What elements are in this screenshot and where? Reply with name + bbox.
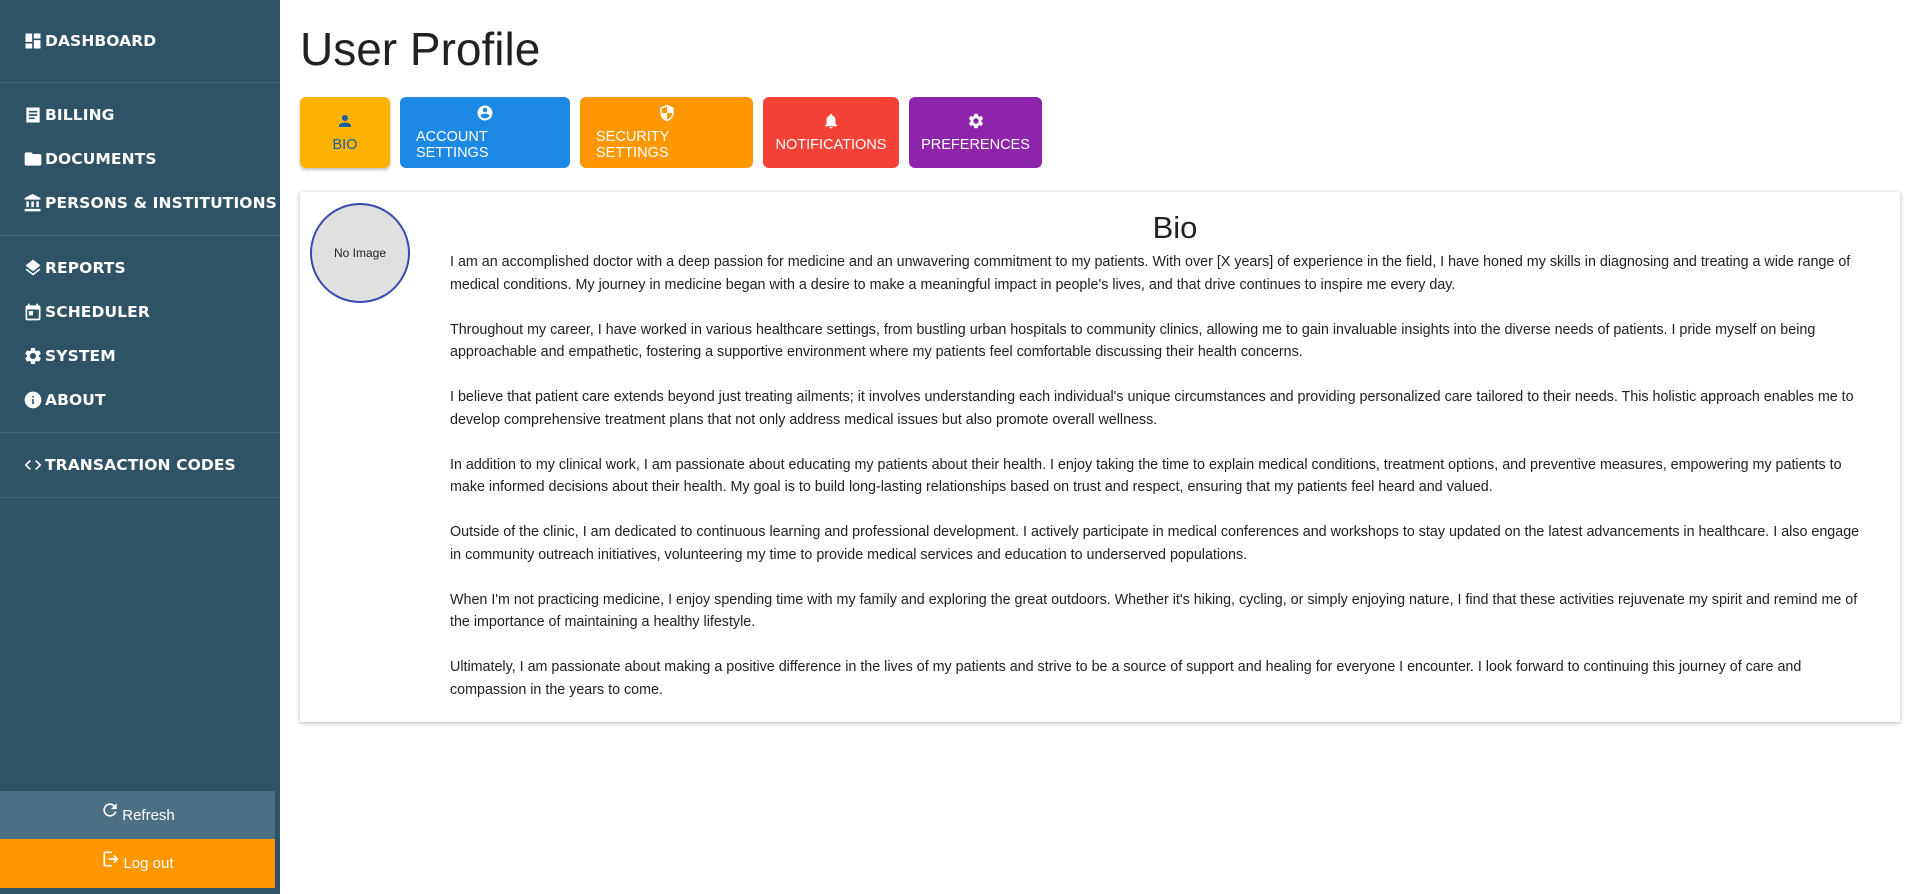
sidebar-item-system[interactable]: SYSTEM [0,334,280,378]
nav-group-main: DASHBOARD [0,0,280,83]
sidebar-item-label: DOCUMENTS [45,150,157,168]
sidebar-item-persons-institutions[interactable]: PERSONS & INSTITUTIONS [0,181,280,225]
calendar-icon [22,301,44,323]
info-icon [22,389,44,411]
gear-icon [968,113,983,129]
logout-icon [103,851,119,866]
tab-account-settings[interactable]: ACCOUNT SETTINGS [400,97,570,168]
tab-preferences[interactable]: PREFERENCES [909,97,1042,168]
tab-label: BIO [332,137,358,153]
sidebar-item-label: ABOUT [45,391,106,409]
layers-icon [22,257,44,279]
bio-text: I am an accomplished doctor with a deep … [450,251,1866,724]
main-content: User Profile BIO ACCOUNT SETTINGS SECURI… [280,0,1919,894]
avatar[interactable]: No Image [310,203,410,303]
sidebar-item-transaction-codes[interactable]: TRANSACTION CODES [0,443,280,487]
page-title: User Profile [300,23,541,75]
avatar-placeholder-text: No Image [333,246,387,260]
account-circle-icon [477,105,493,121]
tab-label: SECURITY SETTINGS [596,129,670,161]
tab-notifications[interactable]: NOTIFICATIONS [763,97,899,168]
dashboard-icon [22,30,44,52]
institution-icon [22,192,44,214]
refresh-icon [103,803,117,817]
tab-label: PREFERENCES [921,137,1030,153]
bio-paragraph: I am an accomplished doctor with a deep … [450,254,1851,293]
sidebar-item-documents[interactable]: DOCUMENTS [0,137,280,181]
tab-label: NOTIFICATIONS [775,137,887,153]
bio-paragraph: Throughout my career, I have worked in v… [450,321,1816,361]
profile-tabs: BIO ACCOUNT SETTINGS SECURITY SETTINGS N… [300,97,1042,168]
bio-card: No Image Bio I am an accomplished doctor… [300,192,1900,722]
refresh-button[interactable]: Refresh [0,791,275,839]
nav-group-records: BILLING DOCUMENTS PERSONS & INSTITUTIONS [0,83,280,236]
sidebar-footer: Refresh Log out [0,791,275,888]
logout-label: Log out [123,855,174,872]
sidebar-item-label: PERSONS & INSTITUTIONS [45,194,277,212]
logout-button[interactable]: Log out [0,839,275,888]
sidebar-item-label: TRANSACTION CODES [45,456,236,474]
app: DASHBOARD BILLING DOCUMENTS PERSONS & IN… [0,0,1919,894]
folder-icon [22,148,44,170]
sidebar-item-label: REPORTS [45,259,126,277]
code-icon [22,454,44,476]
bio-paragraph: I believe that patient care extends beyo… [450,389,1854,428]
bio-title: Bio [1152,210,1198,245]
sidebar-item-label: SYSTEM [45,347,116,365]
tab-security-settings[interactable]: SECURITY SETTINGS [580,97,753,168]
sidebar-item-dashboard[interactable]: DASHBOARD [0,18,280,64]
bio-paragraph: Outside of the clinic, I am dedicated to… [450,524,1860,563]
sidebar-item-billing[interactable]: BILLING [0,93,280,137]
shield-icon [659,104,674,122]
sidebar-item-label: SCHEDULER [45,303,150,321]
nav-group-codes: TRANSACTION CODES [0,433,280,498]
sidebar-item-reports[interactable]: REPORTS [0,246,280,290]
receipt-icon [22,104,44,126]
refresh-label: Refresh [122,806,175,824]
person-icon [339,115,351,127]
bell-icon [825,113,837,129]
sidebar: DASHBOARD BILLING DOCUMENTS PERSONS & IN… [0,0,280,894]
tab-label: ACCOUNT SETTINGS [416,129,489,161]
sidebar-item-label: DASHBOARD [45,32,157,50]
nav-group-tools: REPORTS SCHEDULER SYSTEM ABOUT [0,236,280,433]
gear-icon [22,345,44,367]
bio-paragraph: In addition to my clinical work, I am pa… [450,456,1842,496]
bio-paragraph: Ultimately, I am passionate about making… [450,659,1802,698]
tab-bio[interactable]: BIO [300,97,390,168]
sidebar-item-about[interactable]: ABOUT [0,378,280,422]
sidebar-item-scheduler[interactable]: SCHEDULER [0,290,280,334]
bio-paragraph: When I'm not practicing medicine, I enjo… [450,591,1858,631]
sidebar-item-label: BILLING [45,106,115,124]
